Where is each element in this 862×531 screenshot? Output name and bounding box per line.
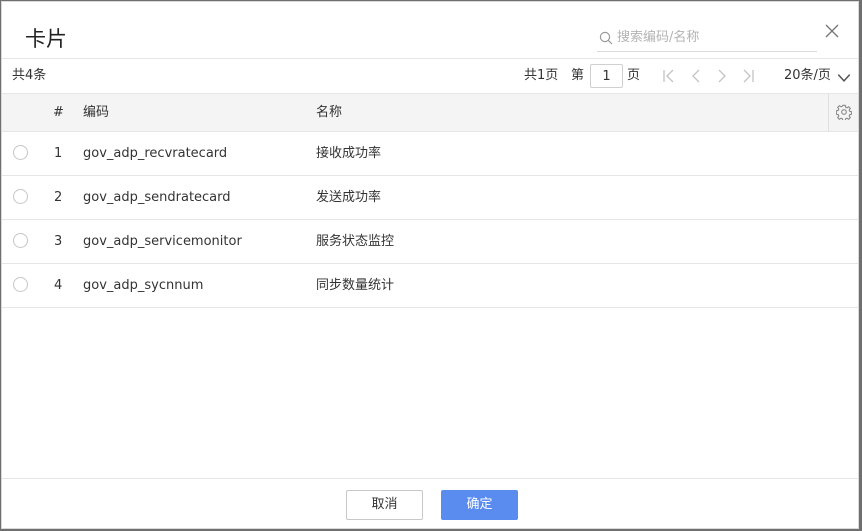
gear-icon xyxy=(836,104,852,120)
column-header-name: 名称 xyxy=(316,105,343,120)
pagination-bar: 共4条 共1页 第 页 20条/页 xyxy=(2,58,858,94)
close-icon xyxy=(825,24,839,38)
card-picker-dialog: 卡片 共4条 共1页 第 页 20条/页 xyxy=(1,1,859,529)
total-pages: 共1页 xyxy=(524,68,559,83)
search-input[interactable] xyxy=(617,26,813,48)
row-radio[interactable] xyxy=(13,145,28,160)
page-prefix: 第 xyxy=(571,68,585,83)
row-index: 4 xyxy=(54,278,63,293)
row-index: 3 xyxy=(54,234,63,249)
search-icon xyxy=(599,31,613,45)
dialog-title: 卡片 xyxy=(25,27,67,51)
search-box[interactable] xyxy=(597,26,817,52)
table-row[interactable]: 1 gov_adp_recvratecard 接收成功率 xyxy=(2,132,858,176)
row-index: 2 xyxy=(54,190,63,205)
column-header-index: # xyxy=(53,105,64,120)
page-suffix: 页 xyxy=(627,68,641,83)
total-count: 共4条 xyxy=(12,68,47,83)
row-index: 1 xyxy=(54,146,63,161)
column-settings-button[interactable] xyxy=(828,94,858,131)
row-name: 服务状态监控 xyxy=(316,234,395,249)
last-page-icon[interactable] xyxy=(740,68,756,84)
row-radio[interactable] xyxy=(13,277,28,292)
first-page-icon[interactable] xyxy=(661,68,677,84)
prev-page-icon[interactable] xyxy=(688,68,704,84)
column-header-code: 编码 xyxy=(83,105,110,120)
table-row[interactable]: 3 gov_adp_servicemonitor 服务状态监控 xyxy=(2,220,858,264)
table-row[interactable]: 4 gov_adp_sycnnum 同步数量统计 xyxy=(2,264,858,308)
close-button[interactable] xyxy=(823,22,841,40)
confirm-button[interactable]: 确定 xyxy=(441,490,518,520)
page-number-input[interactable] xyxy=(590,64,623,88)
table-row[interactable]: 2 gov_adp_sendratecard 发送成功率 xyxy=(2,176,858,220)
row-name: 同步数量统计 xyxy=(316,278,395,293)
row-name: 接收成功率 xyxy=(316,146,382,161)
row-name: 发送成功率 xyxy=(316,190,382,205)
row-radio[interactable] xyxy=(13,189,28,204)
cancel-button[interactable]: 取消 xyxy=(346,490,423,520)
page-size-select[interactable]: 20条/页 xyxy=(784,68,831,84)
table-header: # 编码 名称 xyxy=(2,94,858,132)
chevron-down-icon[interactable] xyxy=(836,70,852,86)
next-page-icon[interactable] xyxy=(714,68,730,84)
row-radio[interactable] xyxy=(13,233,28,248)
row-code: gov_adp_recvratecard xyxy=(83,146,228,161)
row-code: gov_adp_servicemonitor xyxy=(83,234,242,249)
row-code: gov_adp_sendratecard xyxy=(83,190,231,205)
dialog-footer: 取消 确定 xyxy=(2,478,858,528)
row-code: gov_adp_sycnnum xyxy=(83,278,204,293)
